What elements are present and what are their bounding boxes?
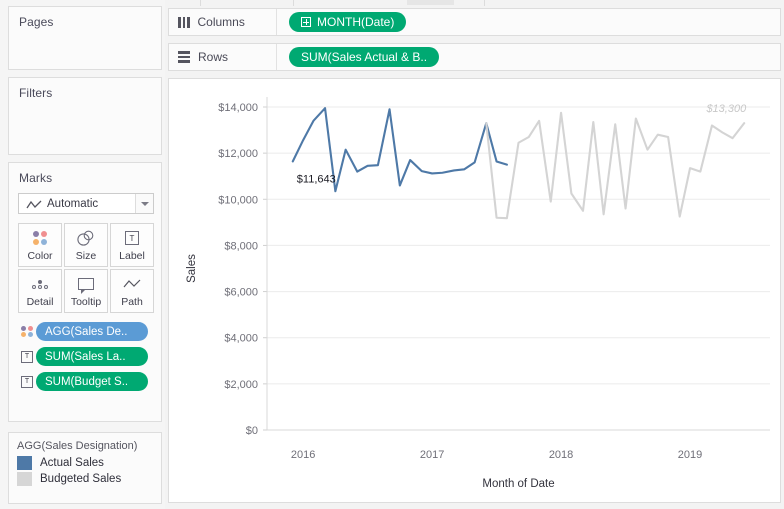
- x-axis-tick-label: 2017: [420, 449, 444, 461]
- marks-card-title: Marks: [9, 163, 161, 185]
- marks-label-label: Label: [119, 250, 145, 262]
- mark-label-start: $11,643: [297, 173, 336, 185]
- left-panel: Pages Filters Marks Automatic: [0, 0, 165, 509]
- tooltip-bubble-icon: [78, 274, 94, 294]
- marks-pill-row[interactable]: AGG(Sales De..: [18, 321, 148, 342]
- worksheet-area: Columns MONTH(Date) Rows SUM(Sales Actua…: [165, 0, 784, 509]
- columns-pill-label: MONTH(Date): [317, 15, 394, 29]
- y-axis-tick-label: $8,000: [224, 240, 258, 252]
- marks-size-button[interactable]: Size: [64, 223, 108, 267]
- series-line[interactable]: [486, 113, 744, 218]
- mark-type-dropdown[interactable]: Automatic: [18, 193, 154, 214]
- color-dots-icon: [33, 228, 47, 248]
- plus-expand-icon[interactable]: [301, 17, 311, 27]
- columns-shelf[interactable]: Columns MONTH(Date): [168, 8, 781, 36]
- y-axis-tick-label: $12,000: [218, 148, 258, 160]
- marks-path-button[interactable]: Path: [110, 269, 154, 313]
- y-axis-title: Sales: [186, 254, 198, 283]
- label-t-icon: T: [18, 376, 36, 388]
- marks-detail-label: Detail: [27, 296, 54, 308]
- filters-card[interactable]: Filters: [8, 77, 162, 155]
- legend-title: AGG(Sales Designation): [9, 433, 161, 455]
- chart-view[interactable]: $0 $2,000 $4,000 $6,000 $8,000 $10,000 $12,000…: [168, 78, 781, 503]
- marks-pill-budget-sales[interactable]: SUM(Budget S..: [36, 372, 148, 391]
- legend-item-label: Budgeted Sales: [40, 473, 121, 485]
- marks-buttons: Color Size T Label: [18, 223, 154, 313]
- marks-pill-sales-label[interactable]: SUM(Sales La..: [36, 347, 148, 366]
- rows-shelf-label: Rows: [198, 50, 228, 64]
- columns-pill-month-date[interactable]: MONTH(Date): [289, 12, 406, 32]
- marks-pill-row[interactable]: T SUM(Sales La..: [18, 346, 148, 367]
- rows-pill-label: SUM(Sales Actual & B..: [301, 50, 427, 64]
- marks-pill-sales-designation[interactable]: AGG(Sales De..: [36, 322, 148, 341]
- pages-card[interactable]: Pages: [8, 6, 162, 70]
- legend-swatch: [17, 472, 32, 486]
- filters-card-title: Filters: [9, 78, 161, 100]
- color-dots-icon: [18, 326, 36, 338]
- rows-shelf[interactable]: Rows SUM(Sales Actual & B..: [168, 43, 781, 71]
- rows-shelf-label-box: Rows: [169, 44, 277, 70]
- marks-size-label: Size: [76, 250, 96, 262]
- y-axis-tick-label: $10,000: [218, 194, 258, 206]
- y-axis-tick-label: $4,000: [224, 333, 258, 345]
- y-axis-tick-label: $2,000: [224, 379, 258, 391]
- chevron-down-icon[interactable]: [135, 194, 153, 213]
- mark-type-label: Automatic: [47, 198, 135, 210]
- marks-path-label: Path: [121, 296, 143, 308]
- columns-shelf-label: Columns: [198, 15, 245, 29]
- y-axis-tick-label: $6,000: [224, 287, 258, 299]
- legend-item-actual-sales[interactable]: Actual Sales: [9, 455, 161, 471]
- columns-shelf-label-box: Columns: [169, 9, 277, 35]
- marks-color-button[interactable]: Color: [18, 223, 62, 267]
- path-line-icon: [123, 274, 141, 294]
- size-circles-icon: [76, 228, 96, 248]
- tableau-worksheet: Pages Filters Marks Automatic: [0, 0, 784, 509]
- x-axis-tick-label: 2016: [291, 449, 315, 461]
- marks-label-button[interactable]: T Label: [110, 223, 154, 267]
- label-t-icon: T: [18, 351, 36, 363]
- x-axis-tick-label: 2019: [678, 449, 702, 461]
- marks-color-label: Color: [27, 250, 52, 262]
- marks-pill-row[interactable]: T SUM(Budget S..: [18, 371, 148, 392]
- rows-pill-sum-sales[interactable]: SUM(Sales Actual & B..: [289, 47, 439, 67]
- marks-detail-button[interactable]: Detail: [18, 269, 62, 313]
- legend-item-budgeted-sales[interactable]: Budgeted Sales: [9, 471, 161, 487]
- columns-icon: [178, 17, 190, 28]
- label-t-icon: T: [125, 228, 139, 248]
- legend-swatch: [17, 456, 32, 470]
- line-chart-icon: [26, 198, 42, 210]
- marks-tooltip-button[interactable]: Tooltip: [64, 269, 108, 313]
- x-axis-title: Month of Date: [482, 478, 554, 490]
- legend-item-label: Actual Sales: [40, 457, 104, 469]
- y-axis-tick-label: $14,000: [218, 102, 258, 114]
- line-chart[interactable]: $0 $2,000 $4,000 $6,000 $8,000 $10,000 $12,000…: [169, 79, 780, 502]
- color-legend-card[interactable]: AGG(Sales Designation) Actual Sales Budg…: [8, 432, 162, 504]
- rows-icon: [178, 51, 190, 63]
- mark-label-end: $13,300: [705, 103, 747, 115]
- y-axis-tick-label: $0: [246, 425, 258, 437]
- marks-tooltip-label: Tooltip: [71, 296, 101, 308]
- pages-card-title: Pages: [9, 7, 161, 29]
- detail-dots-icon: [32, 274, 48, 294]
- marks-card[interactable]: Marks Automatic Color: [8, 162, 162, 422]
- marks-pill-list: AGG(Sales De.. T SUM(Sales La.. T SUM(Bu…: [18, 321, 148, 396]
- x-axis-tick-label: 2018: [549, 449, 573, 461]
